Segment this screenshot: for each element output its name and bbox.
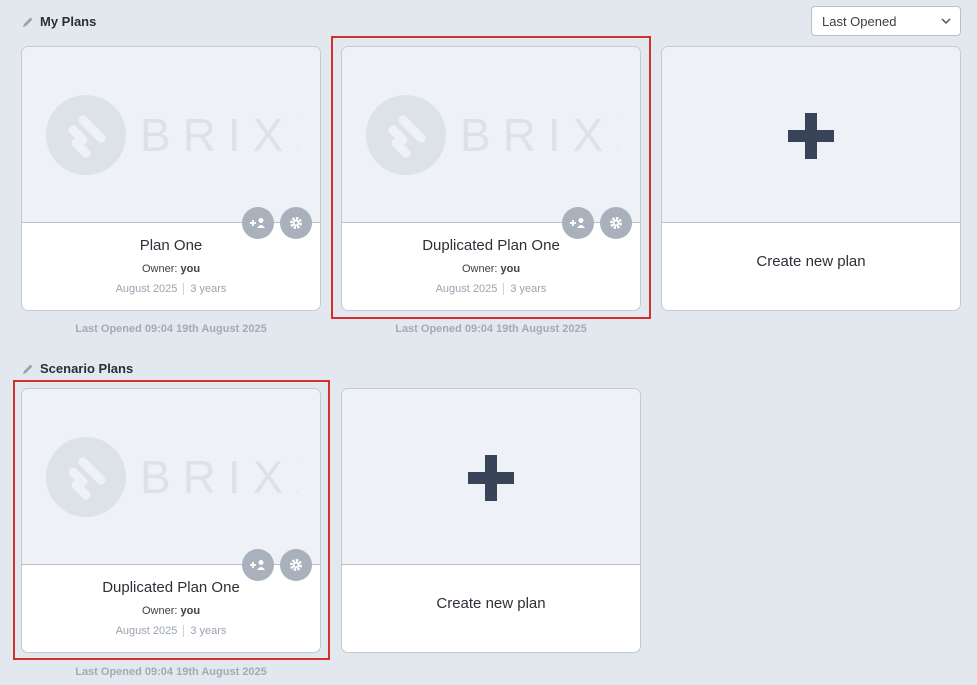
section-title-my-plans[interactable]: My Plans [22,14,96,29]
plan-thumbnail: BRIXX [22,47,320,239]
owner-value: you [500,263,521,275]
plan-name: Duplicated Plan One [102,579,240,596]
plan-settings-button[interactable] [280,207,312,239]
svg-text:BRIXX: BRIXX [460,109,618,161]
last-opened-text: Last Opened 09:04 19th August 2025 [75,323,267,335]
plan-card[interactable]: BRIXX Duplicated Plan One Owner: you Aug… [21,388,321,653]
owner-value: you [180,263,201,275]
plan-card[interactable]: BRIXX Duplicated Plan One Owner: you Aug… [341,46,641,311]
section-title-scenario-plans[interactable]: Scenario Plans [22,361,133,376]
chevron-down-icon [941,18,951,25]
create-plan-thumbnail [662,47,960,223]
last-opened-text: Last Opened 09:04 19th August 2025 [395,323,587,335]
plan-meta: August 2025 3 years [342,283,640,295]
plus-icon [468,455,514,501]
plan-card[interactable]: BRIXX Plan One Owner: you August 2025 3 y… [21,46,321,311]
add-user-icon [250,560,265,570]
plan-meta: August 2025 3 years [22,283,320,295]
plan-settings-button[interactable] [600,207,632,239]
plan-duration: 3 years [510,283,547,295]
plan-meta: August 2025 3 years [22,625,320,637]
owner-label: Owner: [141,263,178,275]
divider [183,625,185,637]
plan-settings-button[interactable] [280,549,312,581]
share-plan-button[interactable] [242,207,274,239]
section-title-label: My Plans [40,14,97,29]
pencil-icon [23,364,33,374]
plus-icon [788,113,834,159]
divider [183,283,185,295]
sort-selected-value: Last Opened [822,13,897,29]
plan-thumbnail: BRIXX [342,47,640,239]
create-new-plan-label: Create new plan [436,595,546,612]
create-plan-thumbnail [342,389,640,565]
create-new-plan-card[interactable]: Create new plan [661,46,961,311]
plan-duration: 3 years [190,283,227,295]
plan-start: August 2025 [115,283,178,295]
owner-value: you [180,605,201,617]
gear-icon [610,217,622,229]
last-opened-text: Last Opened 09:04 19th August 2025 [75,666,267,678]
plan-start: August 2025 [435,283,498,295]
add-user-icon [250,218,265,228]
brixx-logo: BRIXX [366,95,618,175]
plan-start: August 2025 [115,625,178,637]
plan-duration: 3 years [190,625,227,637]
plan-owner: Owner: you [22,605,320,617]
pencil-icon [23,17,33,27]
gear-icon [290,217,302,229]
plan-name: Plan One [139,237,203,254]
section-title-label: Scenario Plans [40,361,134,376]
brixx-logo: BRIXX [46,95,298,175]
owner-label: Owner: [461,263,498,275]
svg-text:BRIXX: BRIXX [140,451,298,503]
plan-owner: Owner: you [342,263,640,275]
divider [503,283,505,295]
owner-label: Owner: [141,605,178,617]
share-plan-button[interactable] [242,549,274,581]
brixx-logo: BRIXX [46,437,298,517]
create-new-plan-label: Create new plan [756,253,866,270]
share-plan-button[interactable] [562,207,594,239]
plan-name: Duplicated Plan One [422,237,560,254]
plan-thumbnail: BRIXX [22,389,320,581]
create-new-plan-card[interactable]: Create new plan [341,388,641,653]
gear-icon [290,559,302,571]
sort-select[interactable]: Last Opened [811,6,961,36]
svg-text:BRIXX: BRIXX [140,109,298,161]
plan-owner: Owner: you [22,263,320,275]
add-user-icon [570,218,585,228]
